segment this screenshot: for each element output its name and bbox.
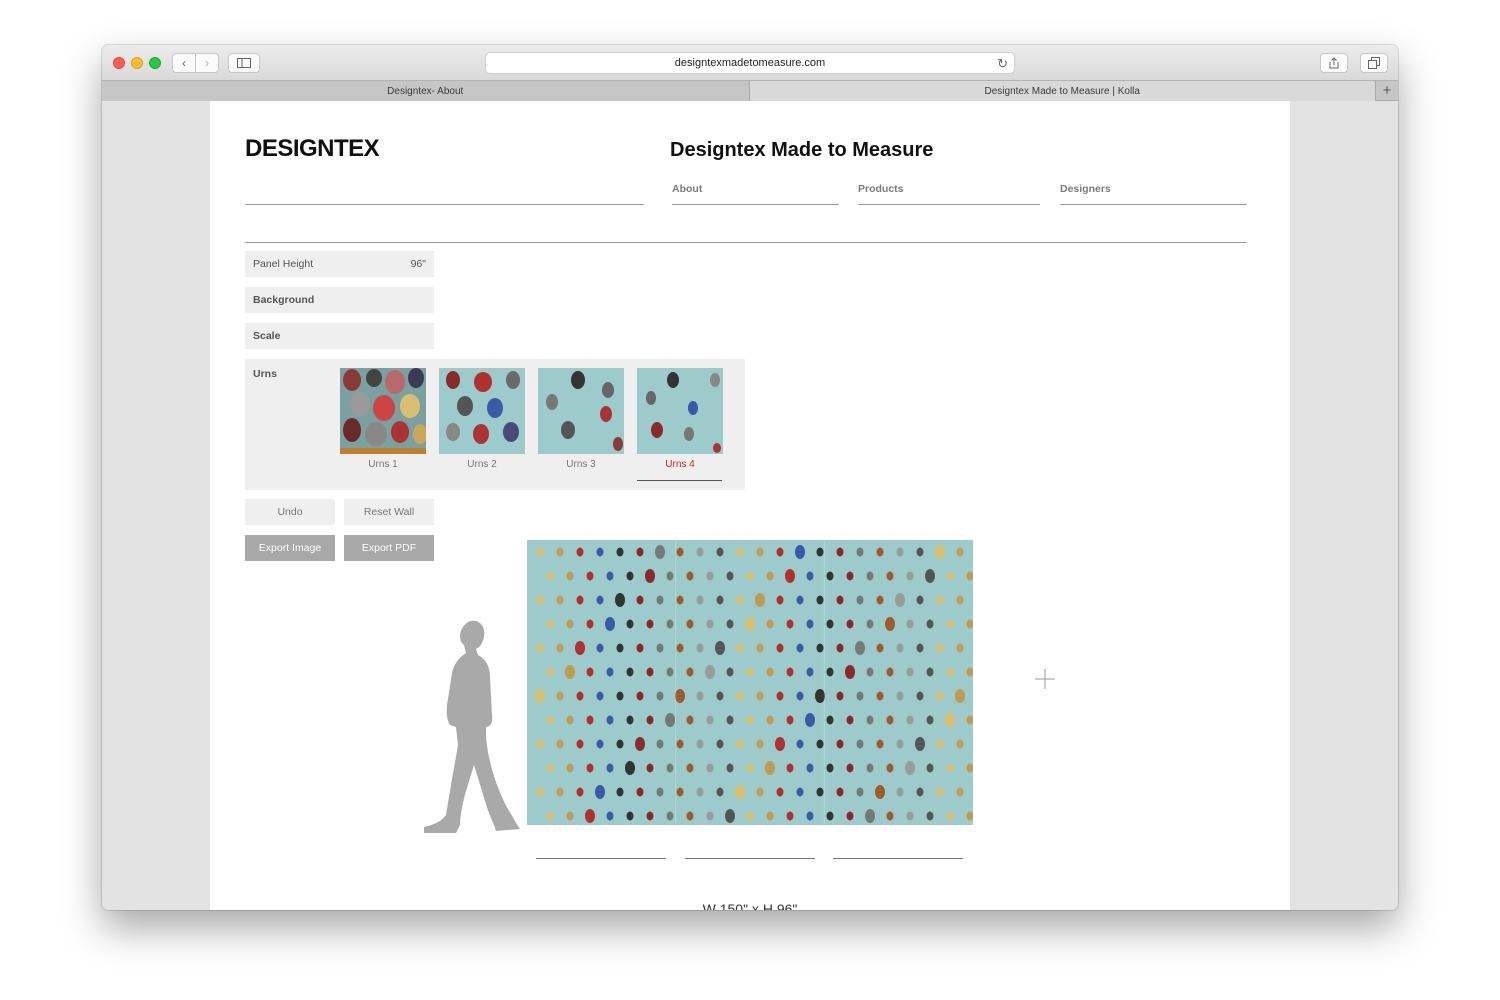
new-tab-button[interactable]: + [1375, 81, 1398, 100]
share-button[interactable] [1320, 53, 1348, 73]
panel-3-rule [833, 858, 963, 859]
url-text: designtexmadetomeasure.com [674, 57, 826, 69]
show-tabs-button[interactable] [1360, 53, 1388, 73]
sidebar-icon [237, 58, 251, 68]
swatch-urns-2[interactable] [439, 368, 525, 454]
back-button[interactable]: ‹ [172, 53, 196, 73]
panel-1-rule [536, 858, 666, 859]
browser-window: ‹ › designtexmadetomeasure.com ↻ Designt… [102, 45, 1398, 910]
scale-option[interactable]: Scale [245, 323, 434, 349]
wall-preview[interactable] [527, 540, 973, 825]
address-bar[interactable]: designtexmadetomeasure.com ↻ [485, 52, 1015, 74]
panel-height-label: Panel Height [253, 258, 314, 270]
browser-toolbar: ‹ › designtexmadetomeasure.com ↻ [102, 45, 1398, 80]
tab-designtex-about[interactable]: Designtex- About [102, 81, 750, 101]
swatch-urns-3[interactable] [538, 368, 624, 454]
pattern-selector: Urns Urns 1 Urns 2 Urns 3 Urns 4 [245, 359, 745, 490]
panel-height-option[interactable]: Panel Height 96" [245, 251, 434, 277]
undo-button[interactable]: Undo [245, 499, 335, 525]
swatch-urns-3-label[interactable]: Urns 3 [538, 459, 624, 470]
export-pdf-button[interactable]: Export PDF [344, 535, 434, 561]
nav-designers-rule [1060, 204, 1247, 205]
web-page: DESIGNTEX Designtex Made to Measure Abou… [210, 101, 1290, 910]
wall-dimensions: W 150" x H 96" [702, 901, 798, 910]
pattern-label: Urns [253, 368, 277, 380]
panel-height-value: 96" [410, 258, 426, 270]
swatch-urns-1-label[interactable]: Urns 1 [340, 459, 426, 470]
swatch-urns-4[interactable] [637, 368, 723, 454]
reset-wall-button[interactable]: Reset Wall [344, 499, 434, 525]
nav-about[interactable]: About [672, 183, 702, 195]
zoom-window-button[interactable] [149, 57, 161, 69]
close-window-button[interactable] [113, 57, 125, 69]
background-label: Background [253, 294, 315, 306]
nav-designers[interactable]: Designers [1060, 183, 1111, 195]
tab-made-to-measure[interactable]: Designtex Made to Measure | Kolla [749, 81, 1376, 101]
header-rule-left [245, 204, 644, 205]
sidebar-toggle-button[interactable] [228, 53, 260, 73]
panel-2-rule [685, 858, 815, 859]
selected-swatch-indicator [637, 480, 722, 481]
minimize-window-button[interactable] [131, 57, 143, 69]
tab-bar: Designtex- About Designtex Made to Measu… [102, 80, 1398, 101]
export-image-button[interactable]: Export Image [245, 535, 335, 561]
scale-label: Scale [253, 330, 281, 342]
plus-icon: + [1382, 82, 1392, 99]
nav-about-rule [672, 204, 839, 205]
human-scale-figure [424, 620, 520, 833]
chevron-left-icon: ‹ [182, 56, 186, 70]
page-title: Designtex Made to Measure [670, 139, 934, 161]
swatch-urns-4-label[interactable]: Urns 4 [637, 459, 723, 470]
forward-button[interactable]: › [195, 53, 219, 73]
reload-icon[interactable]: ↻ [997, 56, 1008, 72]
section-divider [245, 242, 1247, 243]
nav-products-rule [858, 204, 1040, 205]
tabs-overview-icon [1368, 57, 1380, 69]
add-panel-icon[interactable] [1035, 669, 1055, 689]
background-option[interactable]: Background [245, 287, 434, 313]
share-icon [1329, 57, 1339, 69]
chevron-right-icon: › [205, 56, 209, 70]
designtex-logo[interactable]: DESIGNTEX [245, 135, 380, 163]
swatch-urns-2-label[interactable]: Urns 2 [439, 459, 525, 470]
nav-products[interactable]: Products [858, 183, 904, 195]
swatch-urns-1[interactable] [340, 368, 426, 454]
